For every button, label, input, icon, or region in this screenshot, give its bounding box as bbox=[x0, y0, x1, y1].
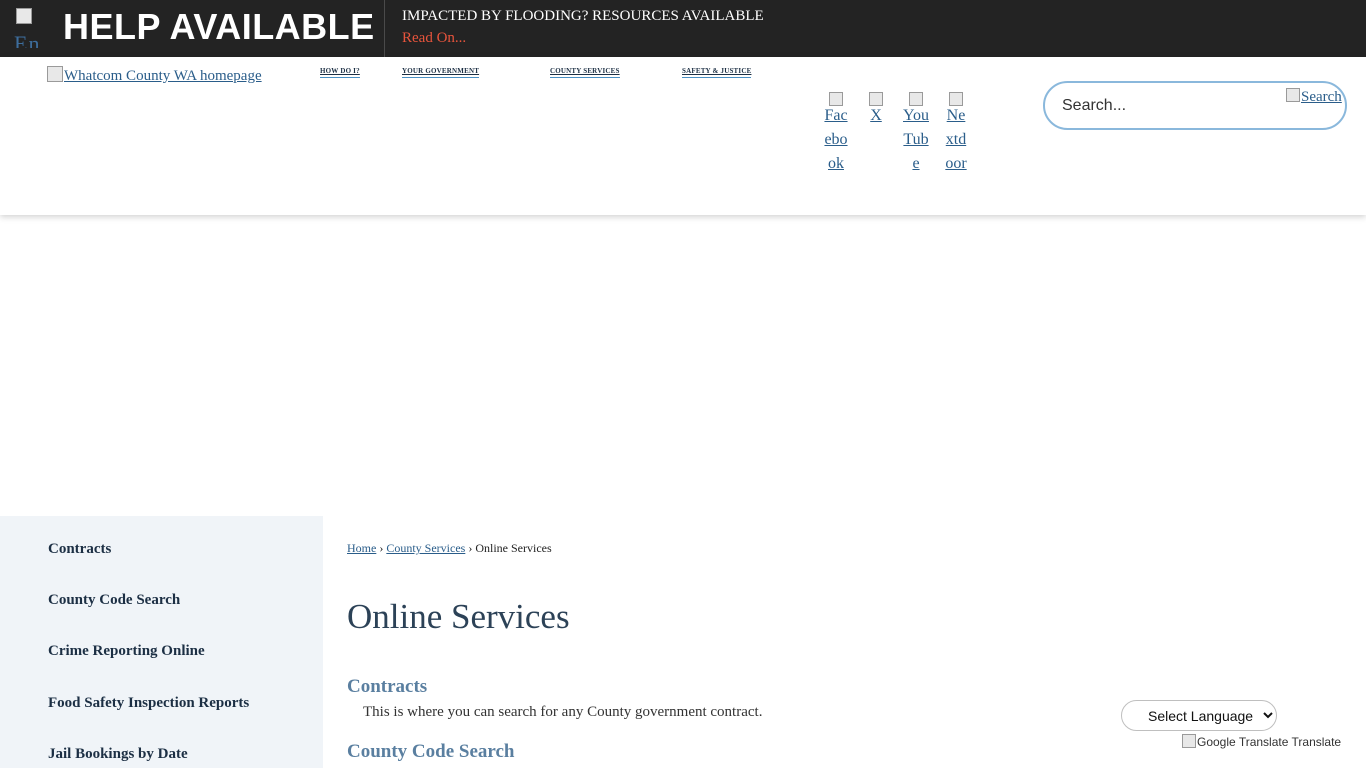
nextdoor-alt-text: Nextdoor bbox=[945, 107, 967, 172]
google-translate-credit[interactable]: Google Translate Translate bbox=[1182, 734, 1341, 749]
nav-label: SAFETY & JUSTICE bbox=[682, 67, 752, 75]
nav-label: COUNTY SERVICES bbox=[550, 67, 620, 75]
site-logo[interactable]: Whatcom County WA homepage bbox=[47, 66, 262, 85]
search-input[interactable] bbox=[1062, 95, 1282, 117]
alert-heading: IMPACTED BY FLOODING? RESOURCES AVAILABL… bbox=[402, 8, 764, 24]
breadcrumb-home[interactable]: Home bbox=[347, 541, 376, 555]
google-logo-icon bbox=[1182, 734, 1196, 748]
x-icon bbox=[869, 92, 883, 106]
breadcrumb: Home › County Services › Online Services bbox=[347, 541, 552, 556]
language-select[interactable]: Select Language bbox=[1121, 700, 1277, 731]
alert-read-on-link[interactable]: Read On... bbox=[402, 30, 466, 47]
x-alt-text: X bbox=[870, 107, 882, 124]
section-title-contracts[interactable]: Contracts bbox=[347, 676, 427, 698]
x-link[interactable]: X bbox=[863, 92, 889, 128]
nav-label: HOW DO I? bbox=[320, 67, 360, 75]
sidebar-item-crime-reporting[interactable]: Crime Reporting Online bbox=[48, 643, 205, 660]
search-button[interactable]: Search bbox=[1286, 88, 1342, 106]
search-button-alt-text: Search bbox=[1301, 89, 1342, 105]
nav-your-government[interactable]: YOUR GOVERNMENT bbox=[402, 67, 480, 78]
breadcrumb-county-services[interactable]: County Services bbox=[386, 541, 465, 555]
site-header: Whatcom County WA homepage HOW DO I? YOU… bbox=[0, 57, 1366, 215]
breadcrumb-separator: › bbox=[379, 541, 384, 555]
nav-county-services[interactable]: COUNTY SERVICES bbox=[550, 67, 620, 78]
section-description-contracts: This is where you can search for any Cou… bbox=[363, 704, 763, 720]
alert-icon-alt-text: En bbox=[14, 31, 41, 48]
translate-text: Translate bbox=[1291, 735, 1342, 749]
nav-underline bbox=[682, 77, 752, 78]
nextdoor-link[interactable]: Nextdoor bbox=[943, 92, 969, 176]
youtube-icon bbox=[909, 92, 923, 106]
nav-underline bbox=[550, 77, 620, 78]
page-title: Online Services bbox=[347, 597, 570, 636]
nav-safety-justice[interactable]: SAFETY & JUSTICE bbox=[682, 67, 752, 78]
breadcrumb-current: Online Services bbox=[475, 541, 552, 555]
sidebar-item-jail-bookings[interactable]: Jail Bookings by Date bbox=[48, 746, 188, 763]
sidebar-nav: Contracts County Code Search Crime Repor… bbox=[0, 516, 323, 768]
nav-label: YOUR GOVERNMENT bbox=[402, 67, 480, 75]
facebook-link[interactable]: Facebook bbox=[823, 92, 849, 176]
sidebar-item-county-code-search[interactable]: County Code Search bbox=[48, 592, 180, 609]
alert-divider bbox=[384, 0, 385, 57]
emergency-alert-bar: En HELP AVAILABLE IMPACTED BY FLOODING? … bbox=[0, 0, 1366, 57]
logo-alt-text: Whatcom County WA homepage bbox=[64, 68, 262, 84]
youtube-link[interactable]: YouTube bbox=[903, 92, 929, 176]
search-box: Search bbox=[1043, 81, 1347, 130]
google-translate-alt-text: Google Translate bbox=[1197, 735, 1289, 749]
search-icon bbox=[1286, 88, 1300, 102]
breadcrumb-separator: › bbox=[468, 541, 473, 555]
nav-underline bbox=[402, 77, 480, 78]
nav-underline bbox=[320, 77, 360, 78]
broken-image-icon bbox=[47, 66, 63, 82]
sidebar-item-food-safety[interactable]: Food Safety Inspection Reports bbox=[48, 695, 249, 712]
sidebar-item-contracts[interactable]: Contracts bbox=[48, 541, 111, 558]
nextdoor-icon bbox=[949, 92, 963, 106]
youtube-alt-text: YouTube bbox=[903, 107, 929, 172]
broken-image-icon bbox=[16, 8, 32, 24]
facebook-icon bbox=[829, 92, 843, 106]
nav-how-do-i[interactable]: HOW DO I? bbox=[320, 67, 360, 78]
alert-title: HELP AVAILABLE bbox=[63, 6, 375, 47]
alert-icon: En bbox=[14, 8, 54, 48]
facebook-alt-text: Facebook bbox=[824, 107, 848, 172]
section-title-county-code-search[interactable]: County Code Search bbox=[347, 741, 515, 763]
